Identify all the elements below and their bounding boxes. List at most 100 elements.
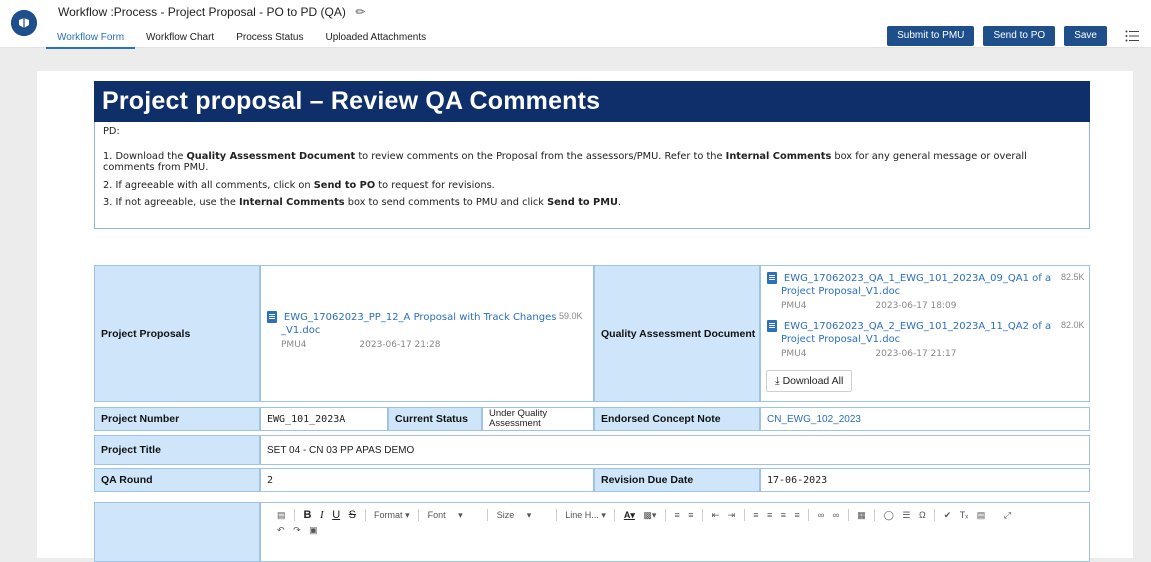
italic-button[interactable]: I: [320, 509, 324, 521]
qa-round-value: 2: [260, 468, 594, 492]
qa-file-1-size: 82.5K: [1061, 272, 1085, 282]
redo-icon[interactable]: ↷: [293, 525, 301, 536]
tab-workflow-form[interactable]: Workflow Form: [46, 32, 136, 49]
table-icon[interactable]: ▦: [857, 510, 866, 521]
project-title-value: SET 04 - CN 03 PP APAS DEMO: [260, 435, 1090, 465]
toolbar-separator: [874, 509, 876, 521]
submit-to-pmu-button[interactable]: Submit to PMU: [887, 26, 975, 46]
endorsed-concept-note-label: Endorsed Concept Note: [594, 407, 760, 431]
undo-icon[interactable]: ↶: [277, 525, 285, 536]
toolbar-separator: [702, 509, 704, 521]
project-number-label: Project Number: [94, 407, 260, 431]
list-menu-icon[interactable]: [1125, 29, 1139, 43]
qa-file-2: EWG_17062023_QA_2_EWG_101_2023A_11_QA2 o…: [767, 320, 1087, 359]
send-to-po-button[interactable]: Send to PO: [983, 26, 1056, 46]
special-char-icon[interactable]: Ω: [919, 510, 926, 520]
source-icon[interactable]: ▤: [277, 510, 286, 521]
step2-bold-send-to-po: Send to PO: [313, 179, 376, 191]
tab-workflow-chart[interactable]: Workflow Chart: [135, 32, 225, 49]
instruction-step-2: 2. If agreeable with all comments, click…: [103, 180, 1081, 192]
header-actions: Submit to PMU Send to PO Save: [881, 26, 1107, 46]
size-dropdown[interactable]: Size ▾: [497, 510, 532, 521]
strikethrough-button[interactable]: S: [349, 509, 356, 521]
toolbar-separator: [614, 509, 616, 521]
align-left-icon[interactable]: ≡: [753, 510, 758, 520]
qa-round-label: QA Round: [94, 468, 260, 492]
qa-file-2-link[interactable]: EWG_17062023_QA_2_EWG_101_2023A_11_QA2 o…: [784, 321, 1051, 332]
step3-bold-send-to-pmu: Send to PMU: [547, 197, 618, 208]
text-color-icon[interactable]: A▾: [624, 510, 635, 521]
paint-format-icon[interactable]: ✔: [944, 510, 952, 521]
qa-file-2-user: PMU4: [781, 349, 807, 359]
endorsed-concept-note-link[interactable]: CN_EWG_102_2023: [760, 407, 1090, 431]
line-height-label: Line H...: [565, 509, 599, 520]
step1-text-a: 1. Download the: [103, 150, 187, 162]
editor-toolbar: ▤ B I U S Format ▾ Font ▾ Size ▾ Line H.…: [277, 509, 1017, 536]
download-icon: ⤓: [775, 375, 780, 387]
toolbar-separator: [847, 509, 849, 521]
step3-bold-internal-comments: Internal Comments: [239, 197, 345, 208]
doc-file-icon: [267, 311, 277, 323]
tab-uploaded-attachments[interactable]: Uploaded Attachments: [314, 32, 437, 49]
unlink-icon[interactable]: ∞: [833, 510, 839, 520]
qa-file-1-link[interactable]: EWG_17062023_QA_1_EWG_101_2023A_09_QA1 o…: [784, 273, 1051, 284]
current-status-label: Current Status: [388, 407, 482, 431]
app-logo: [11, 10, 37, 36]
toolbar-separator: [418, 509, 420, 521]
tab-process-status[interactable]: Process Status: [225, 32, 314, 49]
proposals-label: Project Proposals: [94, 265, 260, 402]
proposal-file-link-line2[interactable]: _V1.doc: [267, 324, 587, 337]
form-page: Project proposal – Review QA Comments PD…: [37, 71, 1133, 562]
save-button[interactable]: Save: [1064, 26, 1107, 46]
app-logo-icon: [11, 10, 37, 36]
qa-file-1-link-line2[interactable]: Project Proposal_V1.doc: [767, 285, 1087, 298]
size-label: Size: [496, 509, 515, 520]
step2-text-a: 2. If agreeable with all comments, click…: [103, 179, 314, 191]
align-right-icon[interactable]: ≡: [781, 510, 786, 520]
format-label: Format: [374, 509, 403, 520]
toolbar-separator: [487, 509, 489, 521]
paste-icon[interactable]: ▤: [977, 510, 986, 521]
toolbar-separator: [294, 509, 296, 521]
proposal-file-meta: PMU4 2023-06-17 21:28: [267, 340, 587, 350]
clear-format-icon[interactable]: Tₓ: [960, 510, 968, 520]
line-height-dropdown[interactable]: Line H... ▾: [565, 510, 606, 521]
project-title-label: Project Title: [94, 435, 260, 465]
download-all-button[interactable]: ⤓ Download All: [766, 370, 853, 392]
bg-color-icon[interactable]: ▩▾: [643, 510, 656, 521]
link-icon[interactable]: ∞: [818, 510, 824, 520]
globe-icon[interactable]: ◯: [884, 510, 894, 521]
align-justify-icon[interactable]: ≡: [795, 510, 800, 520]
numbered-list-icon[interactable]: ≡: [674, 510, 679, 520]
edit-pencil-icon[interactable]: ✏: [355, 5, 365, 19]
step3-text-c: box to send comments to PMU and click: [344, 197, 548, 208]
image-icon[interactable]: ▣: [309, 525, 318, 536]
toolbar-separator: [364, 509, 366, 521]
instructions-panel: PD: 1. Download the Quality Assessment D…: [94, 122, 1090, 229]
qa-file-2-link-line2[interactable]: Project Proposal_V1.doc: [767, 333, 1087, 346]
qa-file-2-size: 82.0K: [1061, 320, 1085, 330]
step2-text-c: to request for revisions.: [375, 179, 495, 191]
proposal-file-link[interactable]: EWG_17062023_PP_12_A Proposal with Track…: [284, 312, 557, 323]
toolbar-separator: [664, 509, 666, 521]
top-bar: Workflow :Process - Project Proposal - P…: [0, 0, 1151, 49]
indent-icon[interactable]: ⇥: [728, 510, 736, 521]
underline-button[interactable]: U: [332, 509, 340, 521]
proposal-file-user: PMU4: [281, 340, 307, 350]
align-center-icon[interactable]: ≡: [767, 510, 772, 520]
horizontal-rule-icon[interactable]: ☰: [902, 510, 910, 521]
workflow-title-text: Workflow :Process - Project Proposal - P…: [58, 5, 346, 19]
font-dropdown[interactable]: Font ▾: [428, 510, 463, 521]
proposals-cell: EWG_17062023_PP_12_A Proposal with Track…: [260, 265, 594, 402]
bold-button[interactable]: B: [304, 509, 312, 521]
qa-file-1-meta: PMU4 2023-06-17 18:09: [767, 301, 1087, 311]
doc-file-icon: [767, 272, 777, 284]
rich-text-editor[interactable]: ▤ B I U S Format ▾ Font ▾ Size ▾ Line H.…: [260, 502, 1090, 562]
qa-file-2-meta: PMU4 2023-06-17 21:17: [767, 349, 1087, 359]
bullet-list-icon[interactable]: ≡: [688, 510, 693, 520]
outdent-icon[interactable]: ⇤: [712, 510, 720, 521]
step1-bold-qa-doc: Quality Assessment Document: [186, 150, 356, 162]
proposal-file-size: 59.0K: [559, 311, 583, 321]
fullscreen-icon[interactable]: ⤢: [1004, 510, 1011, 521]
format-dropdown[interactable]: Format ▾: [374, 510, 410, 521]
